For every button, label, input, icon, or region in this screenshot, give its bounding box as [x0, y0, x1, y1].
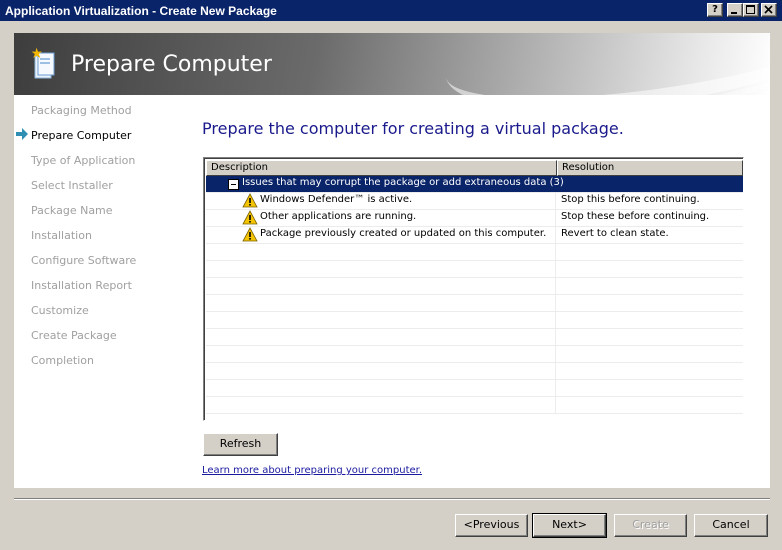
help-button[interactable]: ?	[707, 3, 723, 17]
warning-icon	[242, 227, 258, 242]
column-description[interactable]: Description	[206, 160, 557, 176]
list-header: Description Resolution	[206, 160, 743, 176]
empty-row	[206, 312, 743, 329]
window-title: Application Virtualization - Create New …	[5, 4, 277, 18]
step-installation-report: Installation Report	[31, 279, 132, 292]
list-item[interactable]: Other applications are running. Stop the…	[206, 210, 743, 227]
issue-resolution: Stop these before continuing.	[561, 211, 710, 222]
empty-row	[206, 397, 743, 414]
issue-description: Windows Defender™ is active.	[260, 194, 413, 205]
main-panel: Prepare the computer for creating a virt…	[187, 95, 770, 488]
step-type-of-application: Type of Application	[31, 154, 136, 167]
minimize-icon	[731, 12, 737, 14]
issue-resolution: Stop this before continuing.	[561, 194, 700, 205]
learn-more-link[interactable]: Learn more about preparing your computer…	[202, 465, 422, 476]
empty-row	[206, 261, 743, 278]
minimize-button[interactable]	[727, 3, 743, 17]
list-item[interactable]: Windows Defender™ is active. Stop this b…	[206, 193, 743, 210]
step-package-name: Package Name	[31, 204, 113, 217]
collapse-icon[interactable]	[228, 179, 239, 190]
empty-row	[206, 363, 743, 380]
step-prepare-computer: Prepare Computer	[31, 129, 132, 142]
step-customize: Customize	[31, 304, 89, 317]
empty-row	[206, 295, 743, 312]
step-configure-software: Configure Software	[31, 254, 137, 267]
empty-row	[206, 278, 743, 295]
warning-icon	[242, 193, 258, 208]
maximize-button[interactable]	[743, 3, 759, 17]
warning-icon	[242, 210, 258, 225]
package-wizard-icon	[31, 47, 55, 79]
refresh-button[interactable]: Refresh	[203, 433, 278, 456]
group-label: Issues that may corrupt the package or a…	[242, 177, 564, 188]
close-button[interactable]	[761, 3, 777, 17]
issues-list[interactable]: Description Resolution Issues that may c…	[203, 157, 744, 421]
issue-description: Other applications are running.	[260, 211, 417, 222]
step-packaging-method: Packaging Method	[31, 104, 132, 117]
group-row[interactable]: Issues that may corrupt the package or a…	[206, 176, 743, 193]
wizard-steps: Packaging Method Prepare Computer Type o…	[14, 95, 187, 488]
empty-row	[206, 244, 743, 261]
empty-row	[206, 329, 743, 346]
empty-row	[206, 380, 743, 397]
create-button[interactable]: Create	[614, 514, 687, 537]
step-create-package: Create Package	[31, 329, 117, 342]
previous-button[interactable]: <Previous	[455, 514, 528, 537]
issue-description: Package previously created or updated on…	[260, 228, 547, 239]
close-icon	[764, 5, 773, 14]
page-heading: Prepare the computer for creating a virt…	[202, 119, 624, 138]
step-completion: Completion	[31, 354, 95, 367]
page-title: Prepare Computer	[71, 52, 272, 77]
step-select-installer: Select Installer	[31, 179, 113, 192]
step-installation: Installation	[31, 229, 92, 242]
title-bar: Application Virtualization - Create New …	[0, 0, 782, 22]
empty-row	[206, 346, 743, 363]
next-button[interactable]: Next>	[532, 513, 607, 538]
maximize-icon	[746, 5, 755, 14]
footer-separator	[14, 498, 770, 500]
header-banner: Prepare Computer	[14, 33, 770, 95]
cancel-button[interactable]: Cancel	[694, 514, 768, 537]
issue-resolution: Revert to clean state.	[561, 228, 669, 239]
current-step-arrow-icon	[16, 128, 28, 140]
column-resolution[interactable]: Resolution	[557, 160, 743, 176]
list-item[interactable]: Package previously created or updated on…	[206, 227, 743, 244]
